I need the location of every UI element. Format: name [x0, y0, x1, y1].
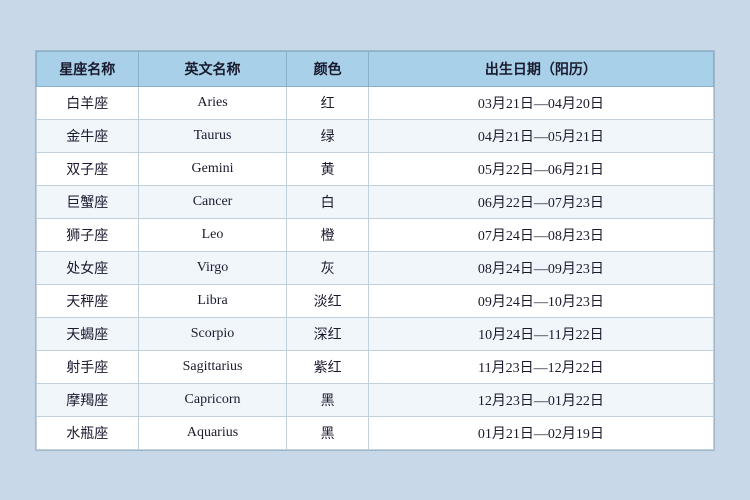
cell-english-name: Scorpio — [138, 317, 287, 350]
cell-english-name: Virgo — [138, 251, 287, 284]
table-row: 天秤座Libra淡红09月24日—10月23日 — [37, 284, 714, 317]
table-header-row: 星座名称 英文名称 颜色 出生日期（阳历） — [37, 51, 714, 86]
table-row: 白羊座Aries红03月21日—04月20日 — [37, 86, 714, 119]
cell-color: 紫红 — [287, 350, 368, 383]
cell-color: 红 — [287, 86, 368, 119]
cell-color: 深红 — [287, 317, 368, 350]
cell-color: 白 — [287, 185, 368, 218]
cell-english-name: Aquarius — [138, 416, 287, 449]
cell-date: 11月23日—12月22日 — [368, 350, 713, 383]
cell-english-name: Capricorn — [138, 383, 287, 416]
table-row: 射手座Sagittarius紫红11月23日—12月22日 — [37, 350, 714, 383]
cell-english-name: Taurus — [138, 119, 287, 152]
cell-chinese-name: 天秤座 — [37, 284, 139, 317]
table-row: 水瓶座Aquarius黑01月21日—02月19日 — [37, 416, 714, 449]
cell-date: 04月21日—05月21日 — [368, 119, 713, 152]
cell-english-name: Libra — [138, 284, 287, 317]
header-color: 颜色 — [287, 51, 368, 86]
cell-color: 橙 — [287, 218, 368, 251]
cell-chinese-name: 金牛座 — [37, 119, 139, 152]
cell-english-name: Leo — [138, 218, 287, 251]
cell-chinese-name: 处女座 — [37, 251, 139, 284]
cell-chinese-name: 双子座 — [37, 152, 139, 185]
cell-color: 绿 — [287, 119, 368, 152]
cell-chinese-name: 摩羯座 — [37, 383, 139, 416]
header-date: 出生日期（阳历） — [368, 51, 713, 86]
cell-date: 01月21日—02月19日 — [368, 416, 713, 449]
table-row: 双子座Gemini黄05月22日—06月21日 — [37, 152, 714, 185]
cell-english-name: Aries — [138, 86, 287, 119]
cell-color: 黑 — [287, 383, 368, 416]
cell-english-name: Sagittarius — [138, 350, 287, 383]
table-row: 天蝎座Scorpio深红10月24日—11月22日 — [37, 317, 714, 350]
header-english-name: 英文名称 — [138, 51, 287, 86]
cell-date: 10月24日—11月22日 — [368, 317, 713, 350]
cell-date: 07月24日—08月23日 — [368, 218, 713, 251]
cell-english-name: Gemini — [138, 152, 287, 185]
cell-color: 黄 — [287, 152, 368, 185]
table-row: 金牛座Taurus绿04月21日—05月21日 — [37, 119, 714, 152]
header-chinese-name: 星座名称 — [37, 51, 139, 86]
cell-chinese-name: 巨蟹座 — [37, 185, 139, 218]
cell-date: 08月24日—09月23日 — [368, 251, 713, 284]
cell-color: 黑 — [287, 416, 368, 449]
cell-chinese-name: 白羊座 — [37, 86, 139, 119]
zodiac-table: 星座名称 英文名称 颜色 出生日期（阳历） 白羊座Aries红03月21日—04… — [36, 51, 714, 450]
table-row: 处女座Virgo灰08月24日—09月23日 — [37, 251, 714, 284]
cell-chinese-name: 天蝎座 — [37, 317, 139, 350]
cell-color: 灰 — [287, 251, 368, 284]
table-row: 巨蟹座Cancer白06月22日—07月23日 — [37, 185, 714, 218]
cell-date: 12月23日—01月22日 — [368, 383, 713, 416]
cell-date: 03月21日—04月20日 — [368, 86, 713, 119]
table-body: 白羊座Aries红03月21日—04月20日金牛座Taurus绿04月21日—0… — [37, 86, 714, 449]
cell-chinese-name: 射手座 — [37, 350, 139, 383]
cell-chinese-name: 狮子座 — [37, 218, 139, 251]
table-row: 摩羯座Capricorn黑12月23日—01月22日 — [37, 383, 714, 416]
cell-chinese-name: 水瓶座 — [37, 416, 139, 449]
table-row: 狮子座Leo橙07月24日—08月23日 — [37, 218, 714, 251]
zodiac-table-container: 星座名称 英文名称 颜色 出生日期（阳历） 白羊座Aries红03月21日—04… — [35, 50, 715, 451]
cell-date: 06月22日—07月23日 — [368, 185, 713, 218]
cell-date: 09月24日—10月23日 — [368, 284, 713, 317]
cell-date: 05月22日—06月21日 — [368, 152, 713, 185]
cell-english-name: Cancer — [138, 185, 287, 218]
cell-color: 淡红 — [287, 284, 368, 317]
